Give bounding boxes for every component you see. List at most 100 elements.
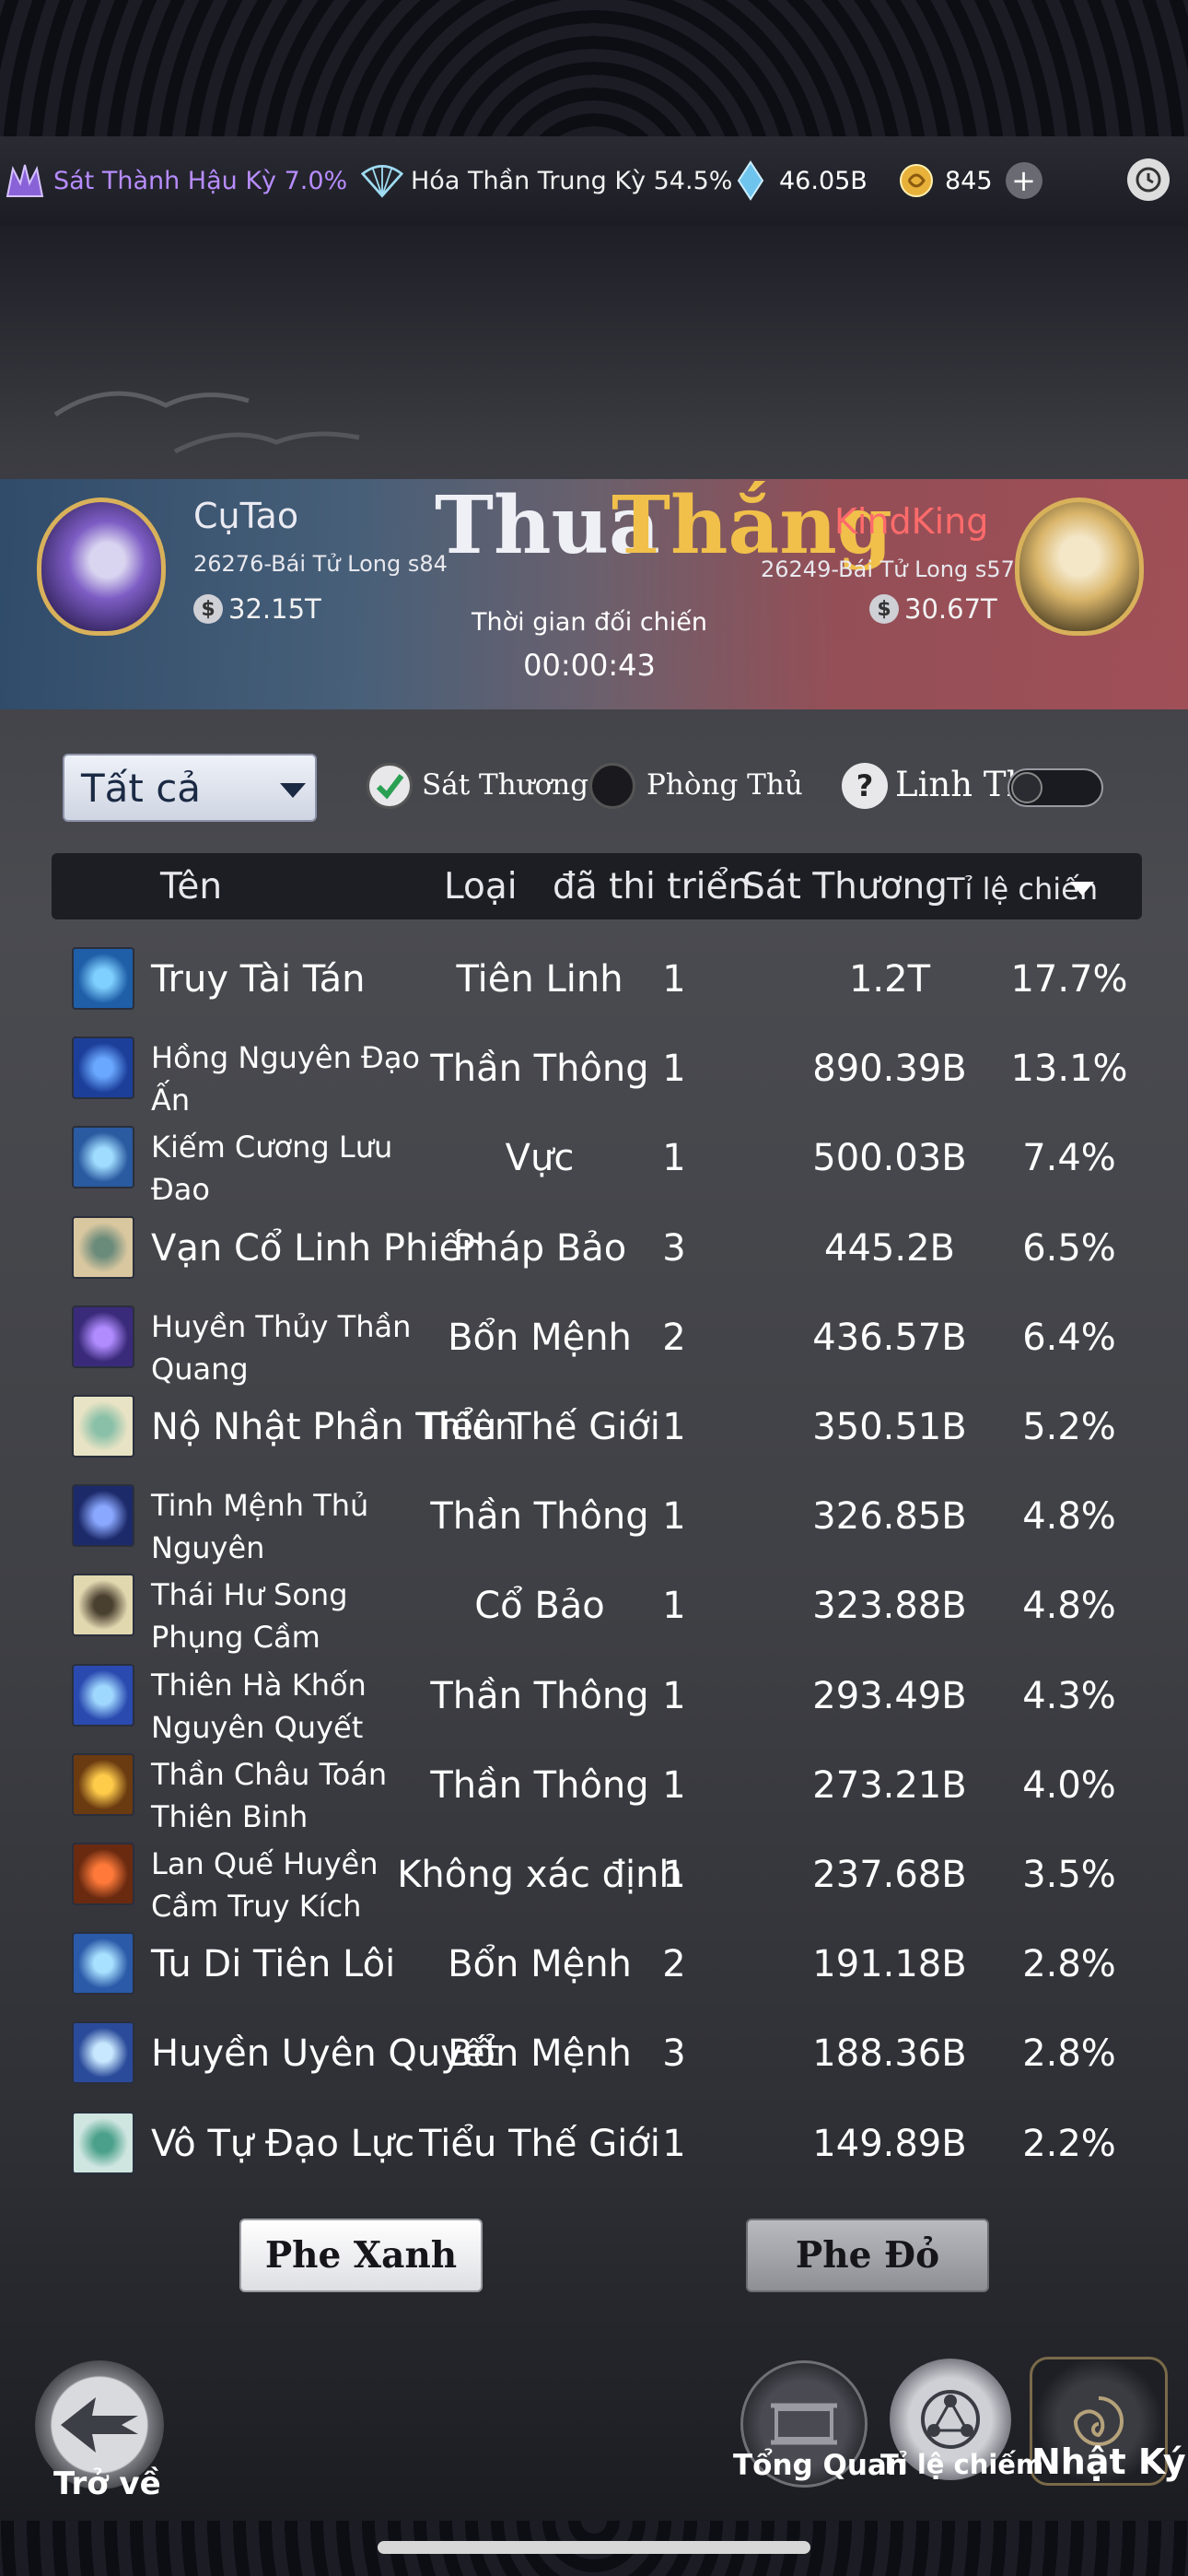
clock-icon[interactable] xyxy=(1127,158,1170,201)
table-row[interactable]: Vô Tự Đạo Lực Tiểu Thế Giới 1 149.89B 2.2% xyxy=(52,2093,1142,2183)
fan-icon xyxy=(361,159,403,202)
cast-count: 2 xyxy=(662,1943,686,1986)
header-casts: đã thi triển xyxy=(553,866,751,907)
table-row[interactable]: Nộ Nhật Phần Thiên Tiểu Thế Giới 1 350.51B 5… xyxy=(52,1376,1142,1466)
cast-count: 1 xyxy=(662,1048,686,1091)
cast-count: 3 xyxy=(662,2032,686,2076)
cast-count: 1 xyxy=(662,2122,686,2165)
left-player-server: 26276-Bái Tử Long s84 xyxy=(193,551,448,577)
table-row[interactable]: Thần Châu Toán Thiên Binh Thần Thông 1 273.… xyxy=(52,1735,1142,1834)
skill-icon xyxy=(72,1932,134,1996)
skill-icon xyxy=(72,1843,134,1905)
table-row[interactable]: Tu Di Tiên Lôi Bổn Mệnh 2 191.18B 2.8% xyxy=(52,1914,1142,2003)
home-indicator[interactable] xyxy=(378,2541,810,2554)
skill-icon xyxy=(72,1752,134,1816)
damage-ratio: 13.1% xyxy=(1010,1048,1128,1091)
cast-count: 1 xyxy=(662,1763,686,1807)
table-row[interactable]: Vạn Cổ Linh Phiến Pháp Bảo 3 445.2B 6.5% xyxy=(52,1198,1142,1287)
realm-progress-1-text: Sát Thành Hậu Kỳ 7.0% xyxy=(53,166,348,195)
table-row[interactable]: Tinh Mệnh Thủ Nguyên Thần Thông 1 326.85B 4.… xyxy=(52,1466,1142,1565)
defense-checkbox[interactable] xyxy=(589,763,635,809)
ratio-label: Tỉ lệ chiếm xyxy=(880,2449,1044,2480)
coin-amount: 845 xyxy=(945,166,993,195)
table-row[interactable]: Thiên Hà Khốn Nguyên Quyết Thần Thông 1 293… xyxy=(52,1645,1142,1745)
cast-count: 1 xyxy=(662,1406,686,1448)
pet-toggle[interactable] xyxy=(1007,768,1103,807)
add-coins-button[interactable]: + xyxy=(1005,162,1042,199)
help-icon[interactable]: ? xyxy=(842,763,888,809)
damage-ratio: 4.3% xyxy=(1022,1674,1116,1717)
realm-progress-1[interactable]: Sát Thành Hậu Kỳ 7.0% xyxy=(4,136,347,225)
right-player-power-value: 30.67T xyxy=(904,593,997,625)
skill-icon xyxy=(72,1036,134,1100)
damage-checkbox[interactable] xyxy=(367,763,413,809)
right-player-server: 26249-Bái Tử Long s57 xyxy=(761,556,1015,582)
damage-ratio: 6.5% xyxy=(1022,1226,1116,1270)
damage-ratio: 4.0% xyxy=(1022,1763,1116,1807)
damage-ratio: 3.5% xyxy=(1022,1854,1116,1896)
damage-ratio: 17.7% xyxy=(1010,958,1128,1001)
blue-side-button[interactable]: Phe Xanh xyxy=(239,2219,483,2292)
skill-icon xyxy=(72,1484,134,1548)
damage-ratio: 4.8% xyxy=(1022,1585,1116,1628)
sort-down-icon[interactable] xyxy=(1068,879,1096,897)
filter-dropdown[interactable]: Tất cả xyxy=(63,754,317,822)
left-player-name: CụTao xyxy=(193,496,299,536)
right-player-name: KindKing xyxy=(834,501,989,542)
skill-icon xyxy=(72,2111,134,2174)
table-row[interactable]: Huyền Thủy Thần Quang Bổn Mệnh 2 436.57B 6.4… xyxy=(52,1287,1142,1387)
realm-progress-2[interactable]: Hóa Thần Trung Kỳ 54.5% xyxy=(361,136,732,225)
table-row[interactable]: Hồng Nguyên Đạo Ấn Thần Thông 1 890.39B 13.1… xyxy=(52,1018,1142,1118)
skill-icon xyxy=(72,1395,134,1458)
damage-label: Sát Thương xyxy=(422,768,589,802)
battle-time-value: 00:00:43 xyxy=(523,648,656,683)
realm-progress-2-text: Hóa Thần Trung Kỳ 54.5% xyxy=(411,166,733,195)
left-player-avatar[interactable] xyxy=(37,498,166,636)
cast-count: 2 xyxy=(662,1316,686,1359)
table-row[interactable]: Kiếm Cương Lưu Đao Vực 1 500.03B 7.4% xyxy=(52,1107,1142,1207)
back-label: Trở về xyxy=(53,2465,161,2502)
left-player-power: $ 32.15T xyxy=(193,593,321,625)
realm-crest-icon xyxy=(4,159,46,202)
coin-counter[interactable]: 845 + xyxy=(895,136,1042,225)
top-decoration xyxy=(0,0,1188,136)
skill-icon xyxy=(72,1215,134,1279)
skill-icon xyxy=(72,2021,134,2085)
filter-dropdown-value: Tất cả xyxy=(81,765,202,811)
red-side-button[interactable]: Phe Đỏ xyxy=(746,2219,989,2292)
power-icon: $ xyxy=(193,594,223,624)
scroll-icon xyxy=(771,2403,837,2445)
header-name: Tên xyxy=(160,866,223,907)
cast-count: 3 xyxy=(662,1226,686,1270)
header-damage: Sát Thương xyxy=(742,866,948,907)
damage-ratio: 2.2% xyxy=(1022,2122,1116,2165)
table-row[interactable]: Truy Tài Tán Tiên Linh 1 1.2T 17.7% xyxy=(52,929,1142,1018)
damage-ratio: 4.8% xyxy=(1022,1495,1116,1539)
damage-ratio: 2.8% xyxy=(1022,2032,1116,2076)
table-row[interactable]: Thái Hư Song Phụng Cầm Cổ Bảo 1 323.88B 4.8% xyxy=(52,1555,1142,1655)
cast-count: 1 xyxy=(662,1674,686,1717)
skill-icon xyxy=(72,947,134,1010)
skill-icon xyxy=(72,1574,134,1637)
cast-count: 1 xyxy=(662,1585,686,1628)
header-type: Loại xyxy=(444,866,518,907)
right-player-avatar[interactable] xyxy=(1015,498,1144,636)
gold-coin-icon xyxy=(895,159,938,202)
skill-icon xyxy=(72,1126,134,1189)
power-icon: $ xyxy=(869,594,899,624)
right-player-power: $ 30.67T xyxy=(869,593,997,625)
damage-ratio: 6.4% xyxy=(1022,1316,1116,1359)
checkmark-icon xyxy=(376,774,404,800)
defense-label: Phòng Thủ xyxy=(646,768,803,802)
cast-count: 1 xyxy=(662,1854,686,1896)
chevron-down-icon xyxy=(280,783,306,798)
damage-ratio: 2.8% xyxy=(1022,1943,1116,1986)
table-row[interactable]: Lan Quế Huyền Cầm Truy Kích Không xác địn… xyxy=(52,1824,1142,1924)
cranes-decoration xyxy=(53,391,360,454)
damage-ratio: 7.4% xyxy=(1022,1137,1116,1180)
crystal-icon xyxy=(729,159,772,202)
resource-bar: Sát Thành Hậu Kỳ 7.0% Hóa Thần Trung Kỳ … xyxy=(0,136,1188,225)
table-row[interactable]: Huyền Uyên Quyết Bổn Mệnh 3 188.36B 2.8% xyxy=(52,2003,1142,2092)
crystal-counter[interactable]: 46.05B xyxy=(729,136,868,225)
left-player-power-value: 32.15T xyxy=(228,593,321,625)
